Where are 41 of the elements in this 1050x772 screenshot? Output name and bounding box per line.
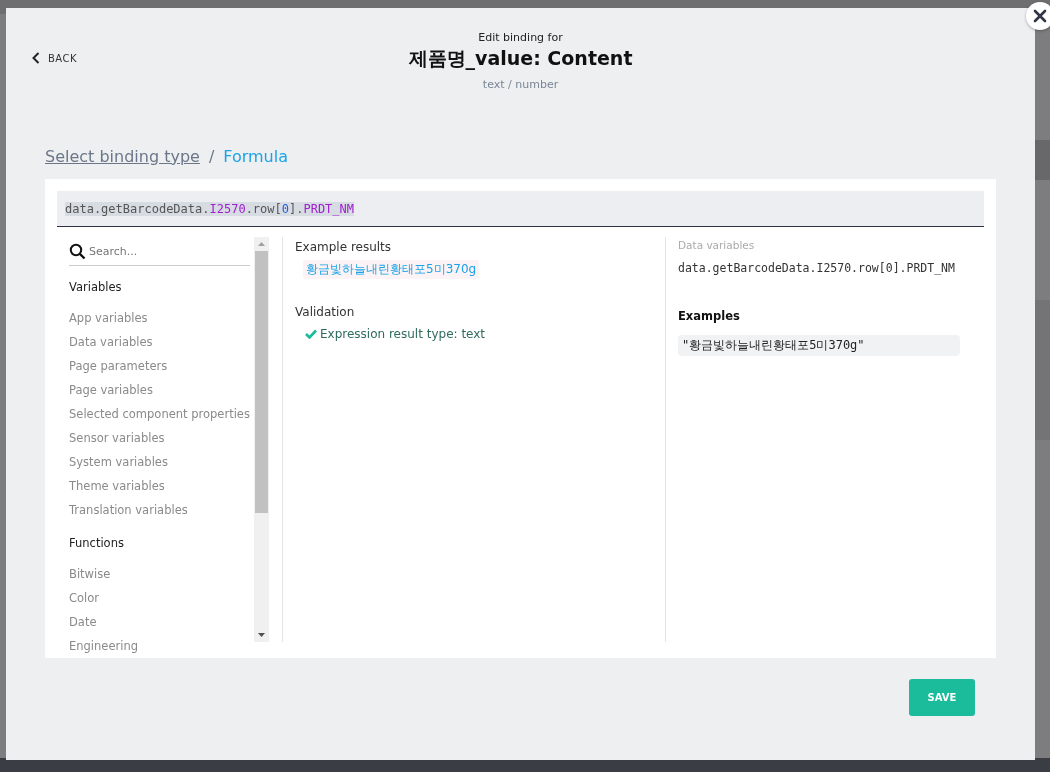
sidebar-item[interactable]: Sensor variables <box>69 426 250 450</box>
type-hint: text / number <box>482 78 559 91</box>
field-label: Data variables <box>678 239 756 251</box>
sidebar-item[interactable]: System variables <box>69 450 250 474</box>
save-button[interactable]: SAVE <box>909 679 975 716</box>
sidebar-item[interactable]: Date <box>69 610 250 634</box>
section-heading: Examples <box>678 309 741 323</box>
section-heading: Variables <box>69 280 123 294</box>
variable-path: data.getBarcodeData.I2570.row[0].PRDT_NM <box>678 261 956 275</box>
validation-message: Expression result type: text <box>320 327 486 341</box>
section-heading: Functions <box>69 536 125 550</box>
breadcrumb-link[interactable]: Formula <box>223 146 288 166</box>
sidebar-item[interactable]: Page parameters <box>69 354 250 378</box>
example-value: "황금빛하늘내린황태포5미370g" <box>678 335 960 356</box>
chevron-left-icon <box>32 52 40 64</box>
sidebar-item[interactable]: Bitwise <box>69 562 250 586</box>
dialog-subtitle: Edit binding for <box>478 31 563 44</box>
search-field[interactable]: Search... <box>89 244 239 258</box>
section-heading: Validation <box>295 305 356 319</box>
breadcrumb-separator: / <box>208 146 215 166</box>
scrollbar[interactable] <box>254 237 269 642</box>
sidebar-item[interactable]: Selected component properties <box>69 402 250 426</box>
breadcrumb-link[interactable]: Select binding type <box>45 146 200 166</box>
sidebar-item[interactable]: Theme variables <box>69 474 250 498</box>
sidebar-item[interactable]: Translation variables <box>69 498 250 522</box>
sidebar-item[interactable]: Engineering <box>69 634 250 658</box>
check-icon <box>305 329 317 339</box>
scroll-down-icon[interactable] <box>258 633 265 637</box>
sidebar-item[interactable]: Data variables <box>69 330 250 354</box>
search-icon <box>69 242 86 260</box>
close-button[interactable] <box>1026 2 1050 30</box>
section-heading: Example results <box>295 240 393 254</box>
sidebar-item[interactable]: Color <box>69 586 250 610</box>
sidebar-item[interactable]: Page variables <box>69 378 250 402</box>
example-result: 황금빛하늘내린황태포5미370g <box>303 260 480 279</box>
sidebar-item[interactable]: App variables <box>69 306 250 330</box>
dialog-title: 제품명_value: Content <box>408 46 633 72</box>
close-icon <box>1033 9 1047 23</box>
backdrop-panel <box>1035 140 1050 180</box>
expression-field[interactable]: data.getBarcodeData.I2570.row[0].PRDT_NM <box>57 191 984 227</box>
back-button[interactable]: BACK <box>32 52 78 64</box>
